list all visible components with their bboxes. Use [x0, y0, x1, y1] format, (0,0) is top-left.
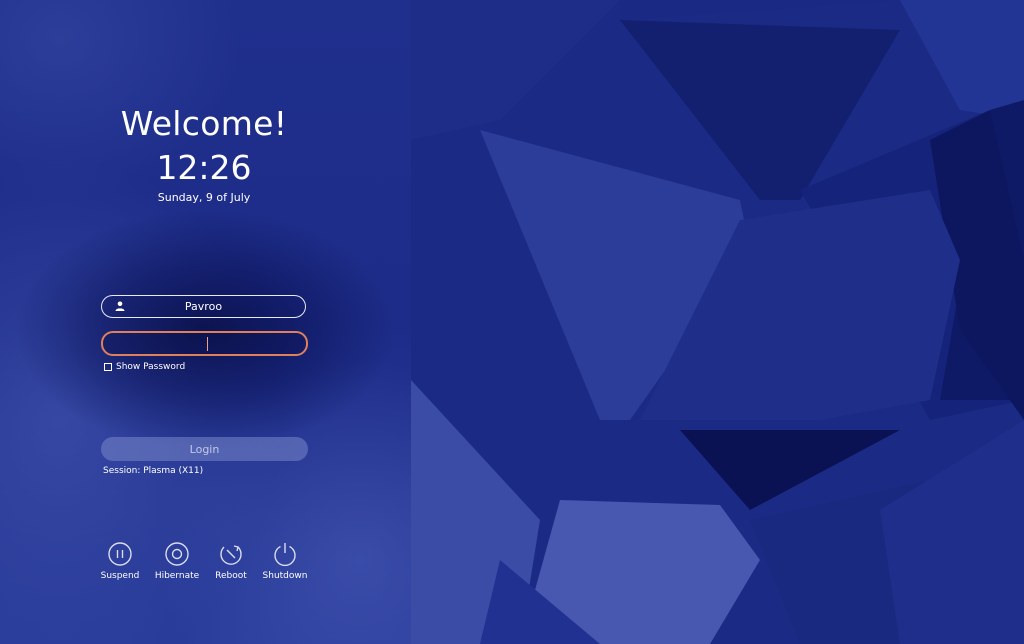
hibernate-button[interactable]: Hibernate	[147, 541, 207, 581]
disc-icon	[165, 542, 189, 566]
clock-date: Sunday, 9 of July	[157, 191, 251, 204]
reboot-label: Reboot	[215, 571, 247, 581]
show-password-checkbox[interactable]	[104, 363, 112, 371]
hibernate-label: Hibernate	[154, 571, 200, 581]
password-field[interactable]	[101, 331, 308, 356]
user-icon	[115, 301, 125, 311]
show-password-label: Show Password	[116, 362, 186, 372]
text-caret	[207, 337, 208, 351]
power-icon	[274, 543, 296, 567]
username-value: Pavroo	[184, 300, 223, 313]
suspend-label: Suspend	[100, 571, 140, 581]
pause-icon	[108, 542, 132, 566]
username-field[interactable]: Pavroo	[101, 295, 306, 318]
login-button[interactable]: Login	[101, 437, 308, 461]
session-selector[interactable]: Session: Plasma (X11)	[103, 466, 203, 476]
shutdown-button[interactable]: Shutdown	[255, 541, 315, 581]
login-column: Welcome! 12:26 Sunday, 9 of July Pavroo …	[0, 0, 411, 644]
shutdown-label: Shutdown	[262, 571, 308, 581]
welcome-heading: Welcome!	[120, 104, 288, 143]
clock-time: 12:26	[156, 148, 252, 187]
show-password-toggle[interactable]: Show Password	[104, 362, 185, 372]
login-screen: Welcome! 12:26 Sunday, 9 of July Pavroo …	[0, 0, 1024, 644]
reboot-icon	[220, 545, 242, 565]
suspend-button[interactable]: Suspend	[90, 541, 150, 581]
reboot-button[interactable]: Reboot	[201, 541, 261, 581]
